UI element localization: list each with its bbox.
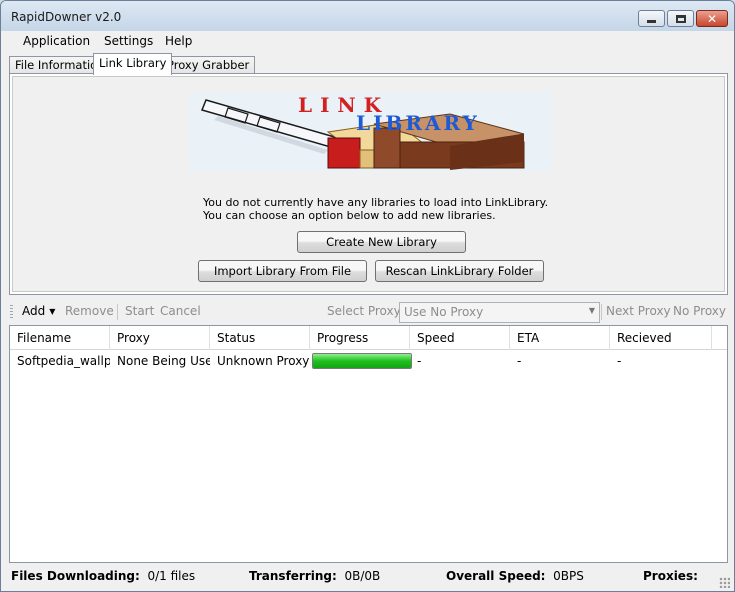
column-header-eta[interactable]: ETA <box>510 326 610 350</box>
column-header-speed[interactable]: Speed <box>410 326 510 350</box>
no-libraries-message: You do not currently have any libraries … <box>203 196 549 222</box>
toolbar-grip[interactable] <box>10 305 13 319</box>
create-new-library-button[interactable]: Create New Library <box>297 231 466 253</box>
cell-received: - <box>617 354 622 368</box>
next-proxy-button[interactable]: Next Proxy <box>606 304 671 318</box>
add-label: Add <box>22 304 46 318</box>
cancel-button[interactable]: Cancel <box>160 304 201 318</box>
minimize-button[interactable] <box>638 10 665 27</box>
files-downloading-label: Files Downloading: <box>11 569 140 583</box>
files-downloading-status: Files Downloading: 0/1 files <box>11 569 195 583</box>
download-progress-bar <box>312 353 412 369</box>
app-window: RapidDowner v2.0 ✕ Application Settings … <box>0 0 735 592</box>
chevron-down-icon: ▼ <box>588 306 595 315</box>
chevron-down-icon: ▼ <box>49 307 56 316</box>
files-downloading-value: 0/1 files <box>147 569 196 583</box>
add-dropdown-button[interactable]: Add ▼ <box>22 304 55 318</box>
window-title: RapidDowner v2.0 <box>11 10 122 24</box>
logo-library-text: LIBRARY <box>356 111 480 135</box>
column-header-filename[interactable]: Filename <box>10 326 110 350</box>
select-proxy-label: Select Proxy: <box>327 304 404 318</box>
column-header-proxy[interactable]: Proxy <box>110 326 210 350</box>
download-toolbar: Add ▼ Remove Start Cancel Select Proxy: U… <box>1 299 734 325</box>
maximize-button[interactable] <box>667 10 694 27</box>
overall-speed-status: Overall Speed: 0BPS <box>446 569 584 583</box>
import-library-button[interactable]: Import Library From File <box>198 260 367 282</box>
downloads-list-header: Filename Proxy Status Progress Speed ETA… <box>10 326 727 350</box>
link-library-content: LINK LIBRARY You do not currently have a… <box>12 76 725 292</box>
rescan-library-folder-button[interactable]: Rescan LinkLibrary Folder <box>375 260 544 282</box>
tab-proxy-grabber[interactable]: Proxy Grabber <box>161 56 256 74</box>
link-library-panel: LINK LIBRARY You do not currently have a… <box>9 73 728 295</box>
downloads-list[interactable]: Filename Proxy Status Progress Speed ETA… <box>9 325 728 563</box>
cell-filename: Softpedia_wallpa... <box>17 354 110 368</box>
title-bar[interactable]: RapidDowner v2.0 ✕ <box>1 1 734 31</box>
toolbar-separator <box>117 304 118 320</box>
tab-link-library[interactable]: Link Library <box>93 53 173 75</box>
menu-help[interactable]: Help <box>165 34 192 48</box>
menu-application[interactable]: Application <box>23 34 90 48</box>
minimize-icon <box>647 20 656 23</box>
menu-bar: Application Settings Help <box>1 31 734 53</box>
book-pen-illustration: LINK LIBRARY <box>200 93 525 170</box>
cell-proxy: None Being Used <box>117 354 210 368</box>
column-header-status[interactable]: Status <box>210 326 310 350</box>
proxies-status: Proxies: <box>643 569 698 583</box>
proxy-select[interactable]: Use No Proxy ▼ <box>399 302 600 323</box>
column-header-progress[interactable]: Progress <box>310 326 410 350</box>
menu-settings[interactable]: Settings <box>104 34 153 48</box>
toolbar-separator <box>601 304 602 320</box>
transferring-value: 0B/0B <box>344 569 381 583</box>
start-button[interactable]: Start <box>125 304 154 318</box>
proxy-select-value: Use No Proxy <box>404 305 484 319</box>
maximize-icon <box>675 14 686 23</box>
close-button[interactable]: ✕ <box>696 10 728 27</box>
overall-speed-label: Overall Speed: <box>446 569 546 583</box>
transferring-status: Transferring: 0B/0B <box>249 569 380 583</box>
table-row[interactable]: Softpedia_wallpa... None Being Used Unkn… <box>10 351 727 369</box>
cell-status: Unknown Proxy ... <box>217 354 310 368</box>
close-icon: ✕ <box>706 11 718 26</box>
link-library-logo: LINK LIBRARY <box>188 92 552 172</box>
transferring-label: Transferring: <box>249 569 337 583</box>
cell-speed: - <box>417 354 422 368</box>
column-header-received[interactable]: Recieved <box>610 326 712 350</box>
progress-fill <box>313 354 411 368</box>
resize-grip[interactable] <box>719 577 730 588</box>
proxies-label: Proxies: <box>643 569 698 583</box>
cell-eta: - <box>517 354 522 368</box>
overall-speed-value: 0BPS <box>553 569 584 583</box>
remove-button[interactable]: Remove <box>65 304 114 318</box>
no-proxy-button[interactable]: No Proxy <box>673 304 726 318</box>
status-bar: Files Downloading: 0/1 files Transferrin… <box>1 565 734 591</box>
